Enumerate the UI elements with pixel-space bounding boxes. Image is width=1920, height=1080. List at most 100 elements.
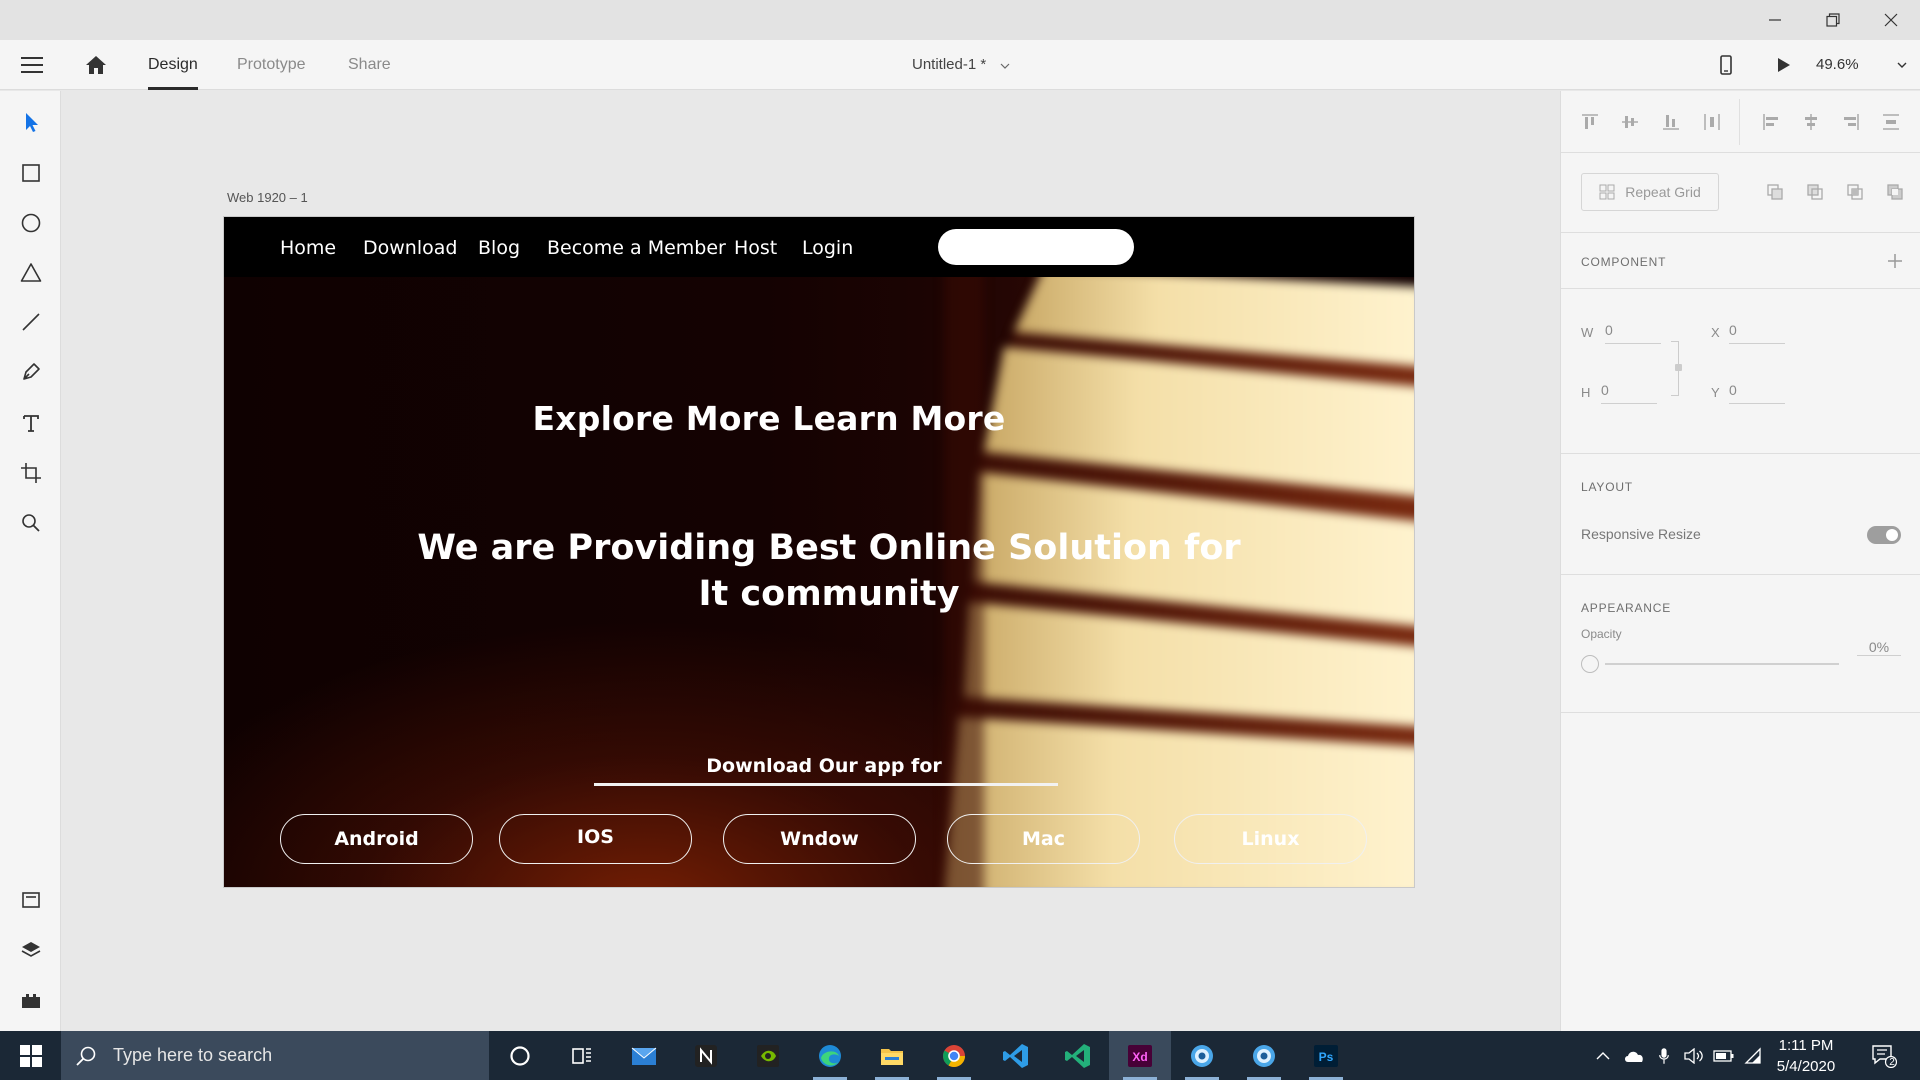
file-explorer-app[interactable] (861, 1031, 923, 1080)
zoom-tool[interactable] (0, 503, 61, 543)
site-search-input[interactable] (938, 229, 1134, 265)
opacity-value-field[interactable]: 0% (1857, 639, 1901, 656)
onedrive-tray[interactable] (1620, 1031, 1648, 1080)
align-left-button[interactable] (1759, 110, 1783, 134)
start-button[interactable] (0, 1031, 61, 1080)
vscode-app[interactable] (985, 1031, 1047, 1080)
distribute-horizontal-button[interactable] (1879, 110, 1903, 134)
volume-tray[interactable] (1680, 1031, 1708, 1080)
hamburger-menu-button[interactable] (12, 40, 52, 90)
x-label: X (1711, 325, 1720, 340)
document-title-text: Untitled-1 * (912, 56, 987, 73)
battery-tray[interactable] (1710, 1031, 1738, 1080)
align-middle-button[interactable] (1618, 110, 1642, 134)
nvidia-app[interactable] (737, 1031, 799, 1080)
ios-button[interactable]: IOS (499, 814, 692, 864)
nav-home[interactable]: Home (280, 217, 336, 277)
opacity-slider-track[interactable] (1605, 663, 1839, 665)
artboard-web-1920[interactable]: Home Download Blog Become a Member Host … (224, 217, 1414, 887)
windows-button[interactable]: Wndow (723, 814, 916, 864)
artboard-tool[interactable] (0, 453, 61, 493)
linux-button[interactable]: Linux (1174, 814, 1367, 864)
restore-button[interactable] (1804, 0, 1862, 40)
nav-blog[interactable]: Blog (478, 217, 520, 277)
wifi-tray[interactable] (1740, 1031, 1766, 1080)
opacity-slider-handle[interactable] (1581, 655, 1599, 673)
nav-login[interactable]: Login (802, 217, 853, 277)
device-preview-button[interactable] (1712, 40, 1740, 90)
assets-panel-button[interactable] (0, 880, 61, 920)
add-component-button[interactable] (1883, 249, 1907, 273)
align-center-button[interactable] (1799, 110, 1823, 134)
select-tool[interactable] (0, 102, 61, 142)
repeat-grid-button[interactable]: Repeat Grid (1581, 173, 1719, 211)
zoom-level[interactable]: 49.6% (1816, 40, 1859, 90)
tab-design[interactable]: Design (148, 40, 198, 90)
cortana-button[interactable] (489, 1031, 551, 1080)
chrome-app[interactable] (923, 1031, 985, 1080)
property-inspector: Repeat Grid COMPONENT W 0 H 0 X 0 Y 0 LA… (1560, 91, 1920, 1031)
notion-app[interactable] (675, 1031, 737, 1080)
rectangle-tool[interactable] (0, 153, 61, 193)
nav-become-member[interactable]: Become a Member (547, 217, 726, 277)
distribute-vertical-button[interactable] (1700, 110, 1724, 134)
align-right-button[interactable] (1839, 110, 1863, 134)
adobe-xd-app[interactable]: Xd (1109, 1031, 1171, 1080)
responsive-resize-toggle[interactable] (1867, 526, 1901, 544)
repeat-grid-icon (1599, 184, 1615, 200)
boolean-exclude-icon (1887, 184, 1903, 200)
height-field[interactable]: 0 (1601, 382, 1657, 404)
layers-panel-button[interactable] (0, 930, 61, 970)
width-field[interactable]: 0 (1605, 322, 1661, 344)
document-title[interactable]: Untitled-1 * (912, 40, 1010, 90)
nav-download[interactable]: Download (363, 217, 457, 277)
action-center-button[interactable]: 2 (1864, 1031, 1904, 1080)
browser-icon-2 (1253, 1044, 1275, 1067)
design-canvas[interactable]: Web 1920 – 1 Home Download Blog Become a… (61, 91, 1560, 1031)
taskbar-search[interactable]: Type here to search (61, 1031, 489, 1080)
pen-tool[interactable] (0, 352, 61, 392)
x-field[interactable]: 0 (1729, 322, 1785, 344)
windows-logo-icon (19, 1044, 42, 1067)
artboard-label[interactable]: Web 1920 – 1 (227, 190, 308, 205)
text-tool[interactable] (0, 403, 61, 443)
align-bottom-button[interactable] (1659, 110, 1683, 134)
mac-button[interactable]: Mac (947, 814, 1140, 864)
boolean-exclude-button[interactable] (1883, 180, 1907, 204)
zoom-dropdown[interactable] (1892, 40, 1912, 90)
close-button[interactable] (1862, 0, 1920, 40)
plugins-panel-button[interactable] (0, 980, 61, 1020)
nvidia-icon (757, 1044, 779, 1067)
boolean-add-button[interactable] (1763, 180, 1787, 204)
edge-app[interactable] (799, 1031, 861, 1080)
line-tool[interactable] (0, 302, 61, 342)
task-view-button[interactable] (551, 1031, 613, 1080)
browser-app[interactable] (1171, 1031, 1233, 1080)
component-title: COMPONENT (1581, 255, 1667, 269)
minimize-button[interactable] (1746, 0, 1804, 40)
show-hidden-icons-button[interactable] (1590, 1031, 1616, 1080)
boolean-intersect-button[interactable] (1843, 180, 1867, 204)
align-top-button[interactable] (1578, 110, 1602, 134)
nav-host[interactable]: Host (734, 217, 777, 277)
text-icon (22, 415, 39, 432)
polygon-tool[interactable] (0, 253, 61, 293)
browser-app-2[interactable] (1233, 1031, 1295, 1080)
home-button[interactable] (76, 40, 116, 90)
mail-app[interactable] (613, 1031, 675, 1080)
tab-share[interactable]: Share (348, 40, 391, 90)
close-icon (1884, 13, 1898, 27)
microphone-tray[interactable] (1650, 1031, 1678, 1080)
y-field[interactable]: 0 (1729, 382, 1785, 404)
ellipse-tool[interactable] (0, 203, 61, 243)
layers-icon (21, 942, 40, 957)
taskbar-clock[interactable]: 1:11 PM 5/4/2020 (1766, 1035, 1846, 1077)
visual-studio-app[interactable] (1047, 1031, 1109, 1080)
svg-text:Xd: Xd (1132, 1050, 1147, 1064)
photoshop-app[interactable]: Ps (1295, 1031, 1357, 1080)
play-preview-button[interactable] (1770, 40, 1798, 90)
boolean-subtract-button[interactable] (1803, 180, 1827, 204)
android-button[interactable]: Android (280, 814, 473, 864)
aspect-lock-icon[interactable] (1675, 364, 1682, 371)
tab-prototype[interactable]: Prototype (237, 40, 305, 90)
